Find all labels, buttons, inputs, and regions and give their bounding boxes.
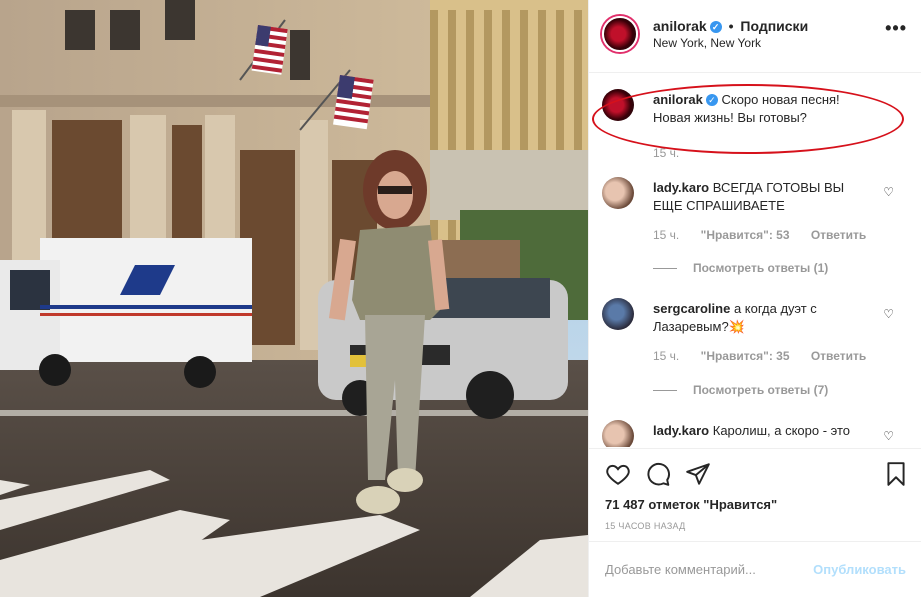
comment-body: lady.karo Каролиш, а скоро - это [653, 422, 873, 440]
comment-avatar[interactable] [602, 177, 634, 209]
following-button[interactable]: Подписки [740, 18, 808, 34]
comment-like-icon[interactable]: ♡ [883, 307, 894, 321]
reply-button[interactable]: Ответить [811, 349, 866, 363]
comment-likes[interactable]: "Нравится": 53 [701, 228, 790, 242]
post-side-panel: anilorak ✓ • Подписки New York, New York … [588, 0, 921, 597]
header-separator: • [728, 18, 734, 34]
comment-username[interactable]: lady.karo [653, 180, 709, 195]
comment-body: lady.karo ВСЕГДА ГОТОВЫ ВЫ ЕЩЕ СПРАШИВАЕ… [653, 179, 873, 215]
comment-like-icon[interactable]: ♡ [883, 185, 894, 199]
view-replies-button[interactable]: Посмотреть ответы (1) [653, 261, 828, 275]
post-photo[interactable] [0, 0, 588, 597]
post-header: anilorak ✓ • Подписки New York, New York … [589, 0, 921, 73]
like-heart-icon[interactable] [605, 461, 631, 487]
caption-time: 15 ч. [653, 146, 680, 160]
caption-body: anilorak ✓ Скоро новая песня! Новая жизнь… [653, 91, 873, 127]
bookmark-icon[interactable] [883, 461, 909, 487]
instagram-post-view: anilorak ✓ • Подписки New York, New York … [0, 0, 921, 597]
comment-bubble-icon[interactable] [645, 461, 671, 487]
comment-time: 15 ч. [653, 228, 680, 242]
comment-time: 15 ч. [653, 349, 680, 363]
view-replies-button[interactable]: Посмотреть ответы (7) [653, 383, 828, 397]
post-time: 15 ЧАСОВ НАЗАД [605, 521, 686, 531]
comment-like-icon[interactable]: ♡ [883, 429, 894, 443]
verified-badge-icon: ✓ [705, 94, 718, 106]
comment-text: Каролиш, а скоро - это [712, 423, 851, 438]
likes-count[interactable]: 71 487 отметок "Нравится" [605, 497, 777, 512]
share-icon[interactable] [685, 461, 711, 487]
caption-avatar[interactable] [602, 89, 634, 121]
header-username-row: anilorak ✓ • Подписки [653, 18, 808, 34]
comment-username[interactable]: sergcaroline [653, 301, 730, 316]
more-options-icon[interactable]: ••• [885, 18, 907, 39]
comment-username[interactable]: lady.karo [653, 423, 709, 438]
post-actions: 71 487 отметок "Нравится" 15 ЧАСОВ НАЗАД [589, 448, 921, 535]
header-username[interactable]: anilorak [653, 18, 707, 34]
comment-meta: 15 ч. "Нравится": 53 Ответить [653, 228, 884, 242]
comment-avatar[interactable] [602, 420, 634, 447]
avatar[interactable] [602, 16, 638, 52]
location-link[interactable]: New York, New York [653, 36, 761, 50]
publish-button[interactable]: Опубликовать [813, 562, 906, 577]
comment-body: sergcaroline а когда дуэт с Лазаревым?💥 [653, 300, 873, 336]
caption-username[interactable]: anilorak [653, 92, 703, 107]
add-comment-bar: Добавьте комментарий... Опубликовать [589, 541, 921, 599]
street-photo-illustration [0, 0, 588, 597]
caption-meta: 15 ч. [653, 146, 697, 160]
comment-meta: 15 ч. "Нравится": 35 Ответить [653, 349, 884, 363]
reply-button[interactable]: Ответить [811, 228, 866, 242]
comment-input[interactable]: Добавьте комментарий... [605, 562, 756, 577]
comment-likes[interactable]: "Нравится": 35 [701, 349, 790, 363]
comment-avatar[interactable] [602, 298, 634, 330]
comments-list[interactable]: anilorak ✓ Скоро новая песня! Новая жизнь… [589, 73, 921, 447]
verified-badge-icon: ✓ [709, 21, 722, 33]
